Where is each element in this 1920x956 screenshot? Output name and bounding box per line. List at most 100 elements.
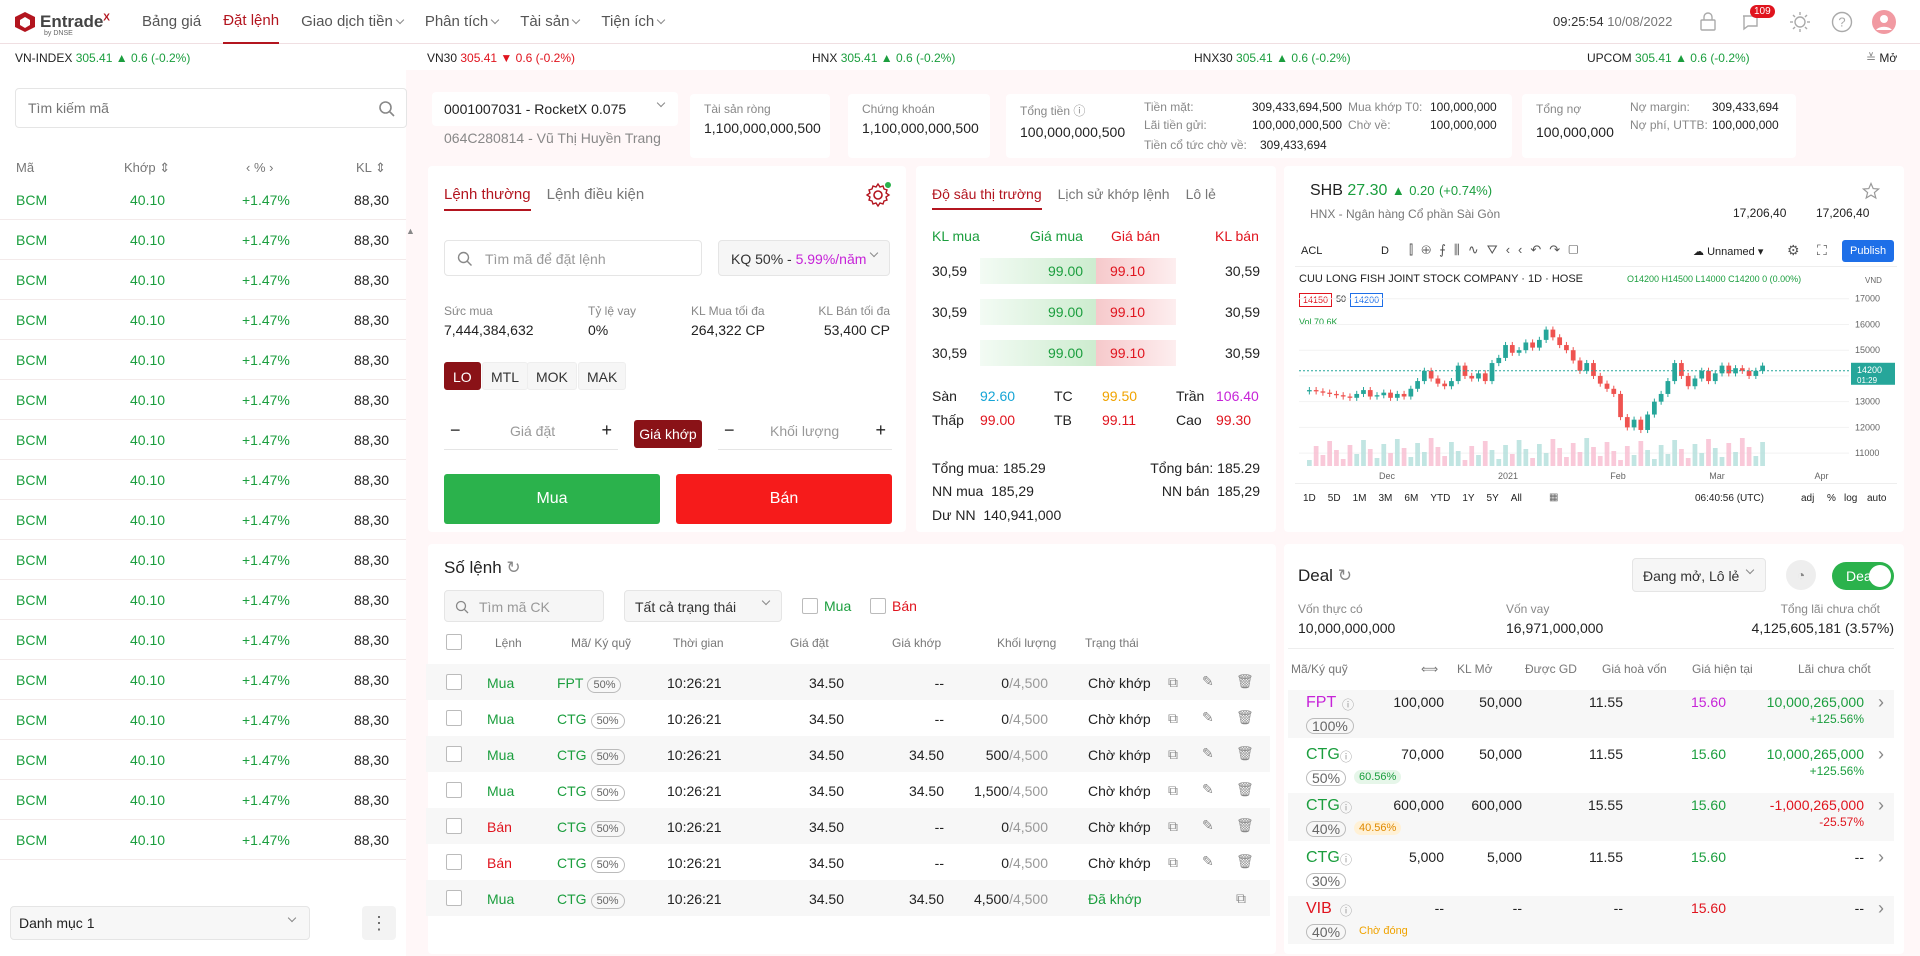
select-all-checkbox[interactable] bbox=[446, 634, 462, 650]
depth-row[interactable]: 30,59 99.00 99.10 30,59 bbox=[916, 258, 1263, 294]
copy-icon[interactable]: ⧉ bbox=[1236, 890, 1246, 907]
list-select[interactable]: Danh mục 1 bbox=[10, 906, 310, 940]
copy-icon[interactable]: ⧉ bbox=[1168, 710, 1178, 727]
order-type-lo[interactable]: LO bbox=[444, 362, 481, 390]
watchlist-row[interactable]: BCM 40.10 +1.47% 88,30 bbox=[0, 340, 406, 380]
watchlist-row[interactable]: BCM 40.10 +1.47% 88,30 bbox=[0, 220, 406, 260]
info-icon[interactable]: ⓘ bbox=[1342, 696, 1354, 713]
buy-filter-checkbox[interactable] bbox=[802, 598, 818, 614]
notification-icon[interactable]: 109 bbox=[1736, 5, 1775, 36]
plus-icon[interactable]: + bbox=[601, 420, 612, 441]
index-upcom[interactable]: UPCOM 305.41 ▲ 0.6 (-0.2%) bbox=[1587, 51, 1750, 65]
col-ma[interactable]: Mã bbox=[16, 160, 34, 175]
order-symbol-search[interactable]: Tìm mã để đặt lệnh bbox=[444, 240, 702, 276]
chart-range-1m[interactable]: 1M bbox=[1353, 493, 1367, 504]
order-type-mok[interactable]: MOK bbox=[527, 362, 577, 390]
chart-opt-pct[interactable]: % bbox=[1827, 493, 1836, 504]
delete-icon[interactable]: 🗑 bbox=[1236, 673, 1254, 690]
chart-layout[interactable]: ☁ Unnamed ▾ bbox=[1693, 245, 1763, 258]
more-options-icon[interactable]: ⋮ bbox=[362, 906, 396, 940]
pie-chart-icon[interactable]: ◔ bbox=[1786, 560, 1816, 590]
order-type-mtl[interactable]: MTL bbox=[482, 362, 528, 390]
info-icon[interactable]: ⓘ bbox=[1340, 851, 1352, 868]
watchlist-row[interactable]: BCM 40.10 +1.47% 88,30 bbox=[0, 700, 406, 740]
user-avatar-icon[interactable] bbox=[1870, 8, 1898, 36]
watchlist-row[interactable]: BCM 40.10 +1.47% 88,30 bbox=[0, 300, 406, 340]
chart-settings-icon[interactable]: ⚙ bbox=[1787, 242, 1800, 259]
watchlist-row[interactable]: BCM 40.10 +1.47% 88,30 bbox=[0, 740, 406, 780]
col-khop[interactable]: Khớp ⇕ bbox=[124, 160, 170, 176]
col-pct[interactable]: ‹ % › bbox=[246, 160, 273, 175]
scroll-up-icon[interactable]: ▲ bbox=[406, 226, 415, 236]
copy-icon[interactable]: ⧉ bbox=[1168, 674, 1178, 691]
watchlist-row[interactable]: BCM 40.10 +1.47% 88,30 bbox=[0, 380, 406, 420]
watchlist-row[interactable]: BCM 40.10 +1.47% 88,30 bbox=[0, 500, 406, 540]
tab-lich-su-khop[interactable]: Lịch sử khớp lệnh bbox=[1058, 186, 1170, 210]
chart-opt-adj[interactable]: adj bbox=[1801, 493, 1814, 504]
nav-giao-dich-tien[interactable]: Giao dịch tiền bbox=[301, 0, 405, 44]
index-hnx[interactable]: HNX 305.41 ▲ 0.6 (-0.2%) bbox=[812, 51, 955, 65]
edit-icon[interactable]: ✎ bbox=[1202, 745, 1214, 762]
tab-do-sau[interactable]: Độ sâu thị trường bbox=[932, 186, 1042, 210]
status-filter[interactable]: Tất cả trạng thái bbox=[624, 590, 782, 622]
order-row[interactable]: Mua CTG 50% 10:26:21 34.50 34.50 1,500/4,500 Ch… bbox=[426, 772, 1270, 808]
edit-icon[interactable]: ✎ bbox=[1202, 817, 1214, 834]
price-input[interactable]: Giá đặt bbox=[510, 423, 555, 439]
delete-icon[interactable]: 🗑 bbox=[1236, 709, 1254, 726]
search-icon[interactable] bbox=[378, 100, 396, 118]
col-kl[interactable]: KL ⇕ bbox=[356, 160, 386, 176]
info-icon[interactable]: ⓘ bbox=[1073, 104, 1085, 118]
delete-icon[interactable]: 🗑 bbox=[1236, 817, 1254, 834]
otp-icon[interactable] bbox=[1694, 8, 1722, 36]
swap-icon[interactable]: ⟺ bbox=[1421, 662, 1438, 676]
quantity-input[interactable]: Khối lượng bbox=[770, 423, 839, 439]
chevron-right-icon[interactable]: › bbox=[1878, 847, 1884, 868]
edit-icon[interactable]: ✎ bbox=[1202, 853, 1214, 870]
order-book-search[interactable]: Tìm mã CK bbox=[444, 590, 604, 622]
edit-icon[interactable]: ✎ bbox=[1202, 781, 1214, 798]
order-row-checkbox[interactable] bbox=[446, 782, 462, 798]
deal-row[interactable]: CTG ⓘ 40% 40.56% 600,000 600,000 15.55 15.60 -1,… bbox=[1288, 793, 1894, 841]
account-select[interactable]: 0001007031 - RocketX 0.075 bbox=[432, 92, 678, 126]
watchlist-row[interactable]: BCM 40.10 +1.47% 88,30 bbox=[0, 660, 406, 700]
chart-range-all[interactable]: All bbox=[1511, 493, 1522, 504]
chart-range-ytd[interactable]: YTD bbox=[1430, 493, 1450, 504]
sell-filter-checkbox[interactable] bbox=[870, 598, 886, 614]
deal-row[interactable]: VIB ⓘ 40% Chờ đóng -- -- -- 15.60 -- › bbox=[1288, 896, 1894, 944]
copy-icon[interactable]: ⧉ bbox=[1168, 818, 1178, 835]
watchlist-row[interactable]: BCM 40.10 +1.47% 88,30 bbox=[0, 460, 406, 500]
chart-range-3m[interactable]: 3M bbox=[1379, 493, 1393, 504]
copy-icon[interactable]: ⧉ bbox=[1168, 854, 1178, 871]
order-row[interactable]: Mua CTG 50% 10:26:21 34.50 34.50 4,500/4,500 Đã… bbox=[426, 880, 1270, 916]
calendar-icon[interactable]: ▦ bbox=[1549, 492, 1558, 503]
chart-range-1d[interactable]: 1D bbox=[1303, 493, 1316, 504]
deal-toggle[interactable]: Deal bbox=[1832, 562, 1894, 590]
order-row[interactable]: Mua CTG 50% 10:26:21 34.50 34.50 500/4,500 Chờ … bbox=[426, 736, 1270, 772]
watchlist-search-input[interactable] bbox=[16, 89, 356, 127]
info-icon[interactable]: ⓘ bbox=[1340, 748, 1352, 765]
stock-code[interactable]: SHB bbox=[1310, 182, 1343, 199]
chart-symbol[interactable]: ACL bbox=[1301, 245, 1322, 257]
chart-opt-auto[interactable]: auto bbox=[1867, 493, 1886, 504]
order-row-checkbox[interactable] bbox=[446, 710, 462, 726]
buy-button[interactable]: Mua bbox=[444, 474, 660, 524]
order-row[interactable]: Bán CTG 50% 10:26:21 34.50 -- 0/4,500 Chờ khớp ⧉… bbox=[426, 844, 1270, 880]
refresh-icon[interactable]: ↻ bbox=[1338, 566, 1352, 585]
info-icon[interactable]: ⓘ bbox=[1340, 799, 1352, 816]
order-row-checkbox[interactable] bbox=[446, 818, 462, 834]
chart-tools-icon[interactable]: ⫿⊕⨍⫼∿⛛‹‹↶↷▢ bbox=[1409, 242, 1587, 258]
order-row[interactable]: Mua FPT 50% 10:26:21 34.50 -- 0/4,500 Chờ khớp ⧉… bbox=[426, 664, 1270, 700]
minus-icon[interactable]: − bbox=[724, 420, 735, 441]
order-row-checkbox[interactable] bbox=[446, 746, 462, 762]
deal-row[interactable]: FPT ⓘ 100% 100,000 50,000 11.55 15.60 10,000,26… bbox=[1288, 690, 1894, 738]
chevron-right-icon[interactable]: › bbox=[1878, 744, 1884, 765]
tab-lenh-dieu-kien[interactable]: Lệnh điều kiện bbox=[547, 186, 645, 211]
help-icon[interactable]: ? bbox=[1828, 8, 1856, 36]
watchlist-row[interactable]: BCM 40.10 +1.47% 88,30 bbox=[0, 820, 406, 860]
chart-range-6m[interactable]: 6M bbox=[1404, 493, 1418, 504]
star-icon[interactable] bbox=[1862, 182, 1880, 200]
tab-lo-le[interactable]: Lô lẻ bbox=[1186, 186, 1216, 210]
deal-filter[interactable]: Đang mở, Lô lẻ bbox=[1632, 558, 1766, 592]
order-type-mak[interactable]: MAK bbox=[578, 362, 627, 390]
margin-select[interactable]: KQ 50% - 5.99%/năm bbox=[718, 240, 890, 276]
